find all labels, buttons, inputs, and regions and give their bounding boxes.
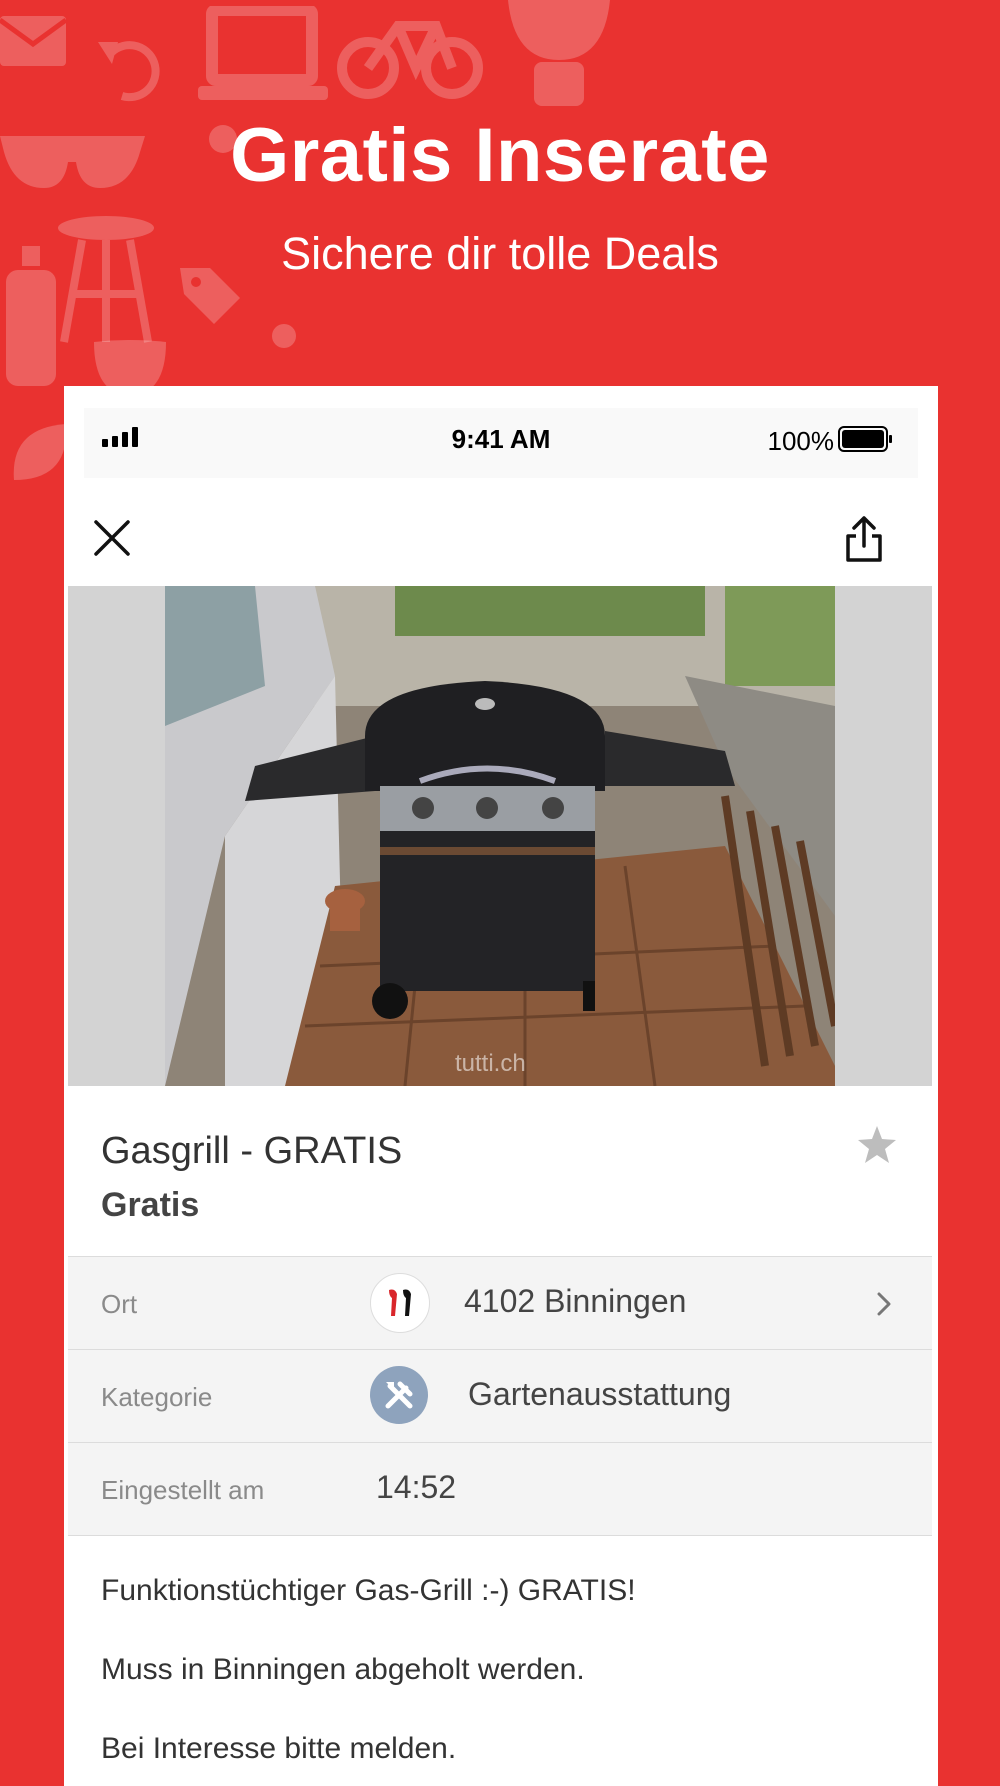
- laptop-icon: [198, 6, 328, 106]
- listing-photo[interactable]: tutti.ch: [68, 586, 932, 1086]
- phone-mockup: 9:41 AM 100% tutti.ch Gasgrill - GRATIS …: [64, 386, 938, 1786]
- leaf-icon: [10, 420, 70, 490]
- description-line: Muss in Binningen abgeholt werden.: [101, 1653, 585, 1686]
- listing-price: Gratis: [101, 1186, 200, 1224]
- dot-icon: [272, 324, 296, 348]
- description-line: Bei Interesse bitte melden.: [101, 1732, 457, 1765]
- detail-label-kategorie: Kategorie: [101, 1382, 213, 1412]
- chevron-right-icon: [876, 1291, 892, 1322]
- detail-row-eingestellt: Eingestellt am 14:52: [68, 1442, 932, 1535]
- battery-icon: [838, 426, 894, 457]
- listing-title: Gasgrill - GRATIS: [101, 1130, 403, 1172]
- divider: [68, 1535, 932, 1536]
- favorite-star-icon[interactable]: [856, 1124, 898, 1171]
- close-icon: [94, 520, 130, 556]
- canton-flag-icon: [370, 1273, 430, 1333]
- share-button[interactable]: [842, 514, 886, 564]
- photo-watermark: tutti.ch: [455, 1050, 526, 1077]
- share-icon: [846, 516, 882, 562]
- detail-value-eingestellt: 14:52: [376, 1469, 457, 1505]
- detail-value-kategorie: Gartenausstattung: [468, 1376, 732, 1412]
- description-line: Funktionstüchtiger Gas-Grill :-) GRATIS!: [101, 1574, 636, 1607]
- mask-icon: [504, 0, 614, 110]
- close-button[interactable]: [90, 516, 134, 560]
- mail-icon: [0, 10, 70, 70]
- grill-photo: tutti.ch: [165, 586, 835, 1086]
- bicycle-icon: [336, 2, 486, 102]
- tools-icon: [370, 1366, 428, 1424]
- detail-row-kategorie[interactable]: Kategorie Gartenausstattung: [68, 1349, 932, 1442]
- listing-header: Gasgrill - GRATIS Gratis: [64, 1086, 938, 1256]
- detail-label-eingestellt: Eingestellt am: [101, 1475, 265, 1505]
- hero-subtitle: Sichere dir tolle Deals: [281, 228, 719, 279]
- detail-row-ort[interactable]: Ort 4102 Binningen: [68, 1256, 932, 1349]
- detail-label-ort: Ort: [101, 1289, 138, 1319]
- hero-title: Gratis Inserate: [230, 113, 770, 198]
- battery-percent: 100%: [767, 426, 835, 456]
- undo-arrow-icon: [92, 22, 162, 102]
- detail-value-ort: 4102 Binningen: [464, 1283, 687, 1319]
